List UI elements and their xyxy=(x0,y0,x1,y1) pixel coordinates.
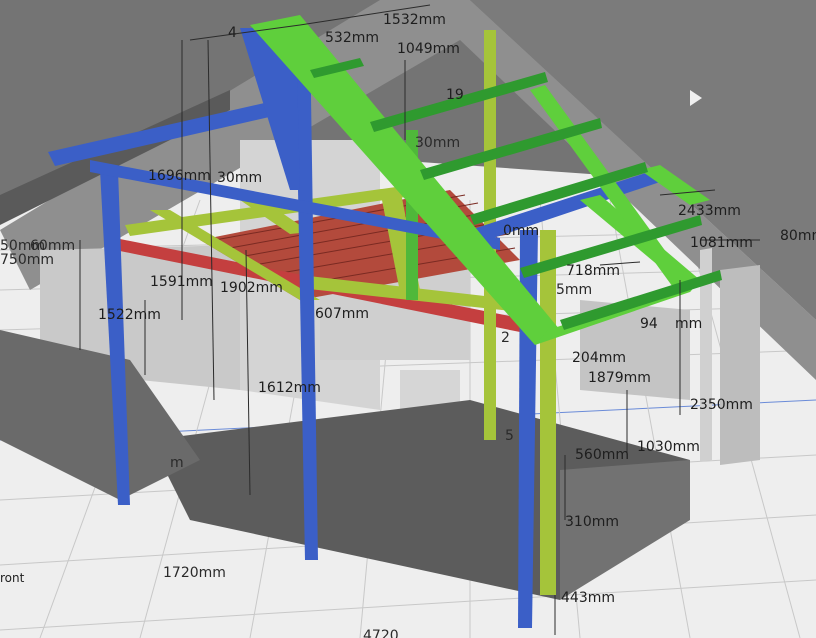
dim-label: 310mm xyxy=(565,514,619,530)
dim-label: 19 xyxy=(446,87,464,103)
dim-label: 1522mm xyxy=(98,307,161,323)
dim-label: 1081mm xyxy=(690,235,753,251)
dim-label: 30mm xyxy=(415,135,460,151)
dim-label: mm xyxy=(675,316,702,332)
dim-label: 4720 xyxy=(363,628,399,638)
dim-label: 204mm xyxy=(572,350,626,366)
dim-label: 2 xyxy=(501,330,510,346)
3d-scene[interactable]: 1532mm 532mm 1049mm 19 4 1696mm 30mm 80m… xyxy=(0,0,816,638)
dim-label: 560mm xyxy=(575,447,629,463)
dim-label: 607mm xyxy=(315,306,369,322)
dim-label: 750mm xyxy=(0,252,54,268)
dim-label: 1532mm xyxy=(383,12,446,28)
dim-label: 1720mm xyxy=(163,565,226,581)
dim-label: 2350mm xyxy=(690,397,753,413)
dim-label: 30mm xyxy=(217,170,262,186)
dim-label: 532mm xyxy=(325,30,379,46)
dim-label: 443mm xyxy=(561,590,615,606)
dim-label: 0mm xyxy=(503,223,539,239)
dim-label: 1612mm xyxy=(258,380,321,396)
dim-label: 4 xyxy=(228,25,237,41)
wall-post-right xyxy=(720,265,760,465)
view-orientation-label: ront xyxy=(0,571,25,585)
dim-label: 5mm xyxy=(556,282,592,298)
dim-label: 2433mm xyxy=(678,203,741,219)
dim-label: 1591mm xyxy=(150,274,213,290)
post-front-right-green xyxy=(540,230,556,595)
dim-label: 718mm xyxy=(566,263,620,279)
3d-viewport[interactable]: 1532mm 532mm 1049mm 19 4 1696mm 30mm 80m… xyxy=(0,0,816,638)
dim-label: 1030mm xyxy=(637,439,700,455)
dim-label: 5 xyxy=(505,428,514,444)
dim-label: 1696mm xyxy=(148,168,211,184)
dim-label: m xyxy=(170,455,184,471)
dim-label: 1879mm xyxy=(588,370,651,386)
dim-label: 1902mm xyxy=(220,280,283,296)
dim-label: 80mm xyxy=(780,228,816,244)
dim-label: 94 xyxy=(640,316,658,332)
dim-label: 1049mm xyxy=(397,41,460,57)
